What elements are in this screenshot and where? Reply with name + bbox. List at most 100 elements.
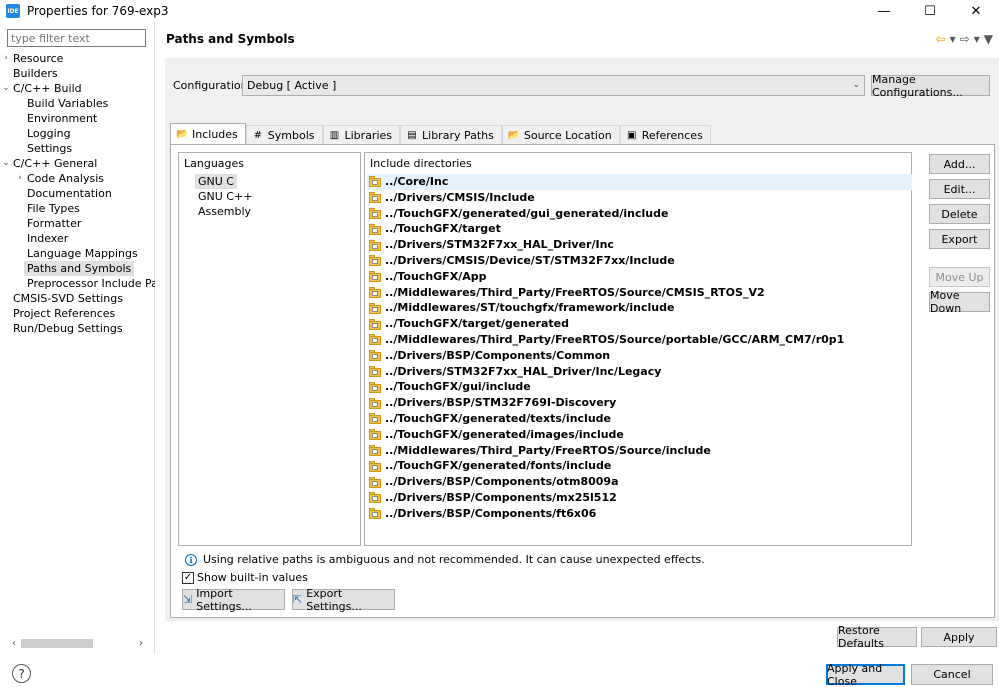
include-row[interactable]: ../Drivers/BSP/Components/mx25l512 <box>367 490 912 506</box>
include-row[interactable]: ../Middlewares/Third_Party/FreeRTOS/Sour… <box>367 443 912 459</box>
close-icon[interactable]: ✕ <box>953 0 999 22</box>
tab-references[interactable]: ▣ References <box>619 125 711 144</box>
restore-defaults-button[interactable]: Restore Defaults <box>837 624 917 650</box>
include-path: ../Core/Inc <box>385 175 449 188</box>
include-row[interactable]: ../Drivers/CMSIS/Include <box>367 190 912 206</box>
move-down-button[interactable]: Move Down <box>929 289 990 315</box>
include-folder-icon <box>369 429 382 441</box>
scroll-right-icon[interactable]: › <box>134 638 148 649</box>
apply-and-close-button[interactable]: Apply and Close <box>826 662 905 687</box>
scroll-track[interactable] <box>21 639 134 648</box>
chevron-right-icon[interactable]: › <box>15 171 25 186</box>
delete-button[interactable]: Delete <box>929 204 990 224</box>
maximize-icon[interactable]: ☐ <box>907 0 953 22</box>
tab-symbols[interactable]: # Symbols <box>245 125 323 144</box>
tree-item[interactable]: Paths and Symbols <box>0 261 155 276</box>
tree-item[interactable]: Documentation <box>0 186 155 201</box>
forward-dropdown-icon[interactable]: ▾ <box>974 32 980 46</box>
import-icon: ⇲ <box>183 593 193 606</box>
include-row[interactable]: ../Drivers/BSP/Components/otm8009a <box>367 474 912 490</box>
include-folder-icon <box>369 350 382 362</box>
show-builtin-checkbox[interactable]: ✓ <box>182 571 194 584</box>
dialog-footer: ? Apply and Close Cancel <box>0 654 999 687</box>
tree-item-label: Build Variables <box>27 97 109 110</box>
tree-item[interactable]: Logging <box>0 126 155 141</box>
tree-item[interactable]: Language Mappings <box>0 246 155 261</box>
help-icon[interactable]: ? <box>12 664 31 683</box>
tab-label: Source Location <box>523 128 612 142</box>
export-button[interactable]: Export <box>929 229 990 249</box>
back-arrow-icon[interactable]: ⇦ <box>936 32 946 46</box>
chevron-right-icon[interactable]: › <box>1 51 11 66</box>
tree-item[interactable]: ⌄ C/C++ General <box>0 156 155 171</box>
move-up-button[interactable]: Move Up <box>929 267 990 287</box>
configuration-select[interactable]: Debug [ Active ] ⌄ <box>242 75 865 96</box>
include-row[interactable]: ../TouchGFX/generated/texts/include <box>367 411 912 427</box>
apply-button[interactable]: Apply <box>921 627 997 647</box>
tree-item[interactable]: ⌄ C/C++ Build <box>0 81 155 96</box>
tab-includes[interactable]: 📂 Includes <box>170 123 246 144</box>
include-row[interactable]: ../TouchGFX/generated/gui_generated/incl… <box>367 206 912 222</box>
include-row[interactable]: ../Core/Inc <box>367 174 912 190</box>
tree-item[interactable]: Run/Debug Settings <box>0 321 155 336</box>
include-row[interactable]: ../TouchGFX/App <box>367 269 912 285</box>
view-menu-icon[interactable]: ▼ <box>984 32 993 46</box>
tab-library-paths[interactable]: ▤ Library Paths <box>400 125 502 144</box>
include-row[interactable]: ../Drivers/BSP/STM32F769I-Discovery <box>367 395 912 411</box>
include-row[interactable]: ../TouchGFX/target <box>367 221 912 237</box>
include-row[interactable]: ../TouchGFX/target/generated <box>367 316 912 332</box>
include-row[interactable]: ../Middlewares/Third_Party/FreeRTOS/Sour… <box>367 285 912 301</box>
minimize-icon[interactable]: — <box>861 0 907 22</box>
tree-item[interactable]: Project References <box>0 306 155 321</box>
tab-label: References <box>641 128 703 142</box>
tree-item[interactable]: CMSIS-SVD Settings <box>0 291 155 306</box>
include-row[interactable]: ../TouchGFX/gui/include <box>367 379 912 395</box>
chevron-down-icon[interactable]: ⌄ <box>1 156 11 171</box>
tree-item[interactable]: Preprocessor Include Pat <box>0 276 155 291</box>
import-settings-button[interactable]: ⇲ Import Settings... <box>182 587 285 613</box>
tree-item[interactable]: Environment <box>0 111 155 126</box>
manage-configurations-button[interactable]: Manage Configurations... <box>871 73 990 99</box>
languages-list[interactable]: Languages GNU C GNU C++ Assembly <box>178 152 361 546</box>
tree-item[interactable]: Settings <box>0 141 155 156</box>
include-row[interactable]: ../Middlewares/ST/touchgfx/framework/inc… <box>367 300 912 316</box>
include-row[interactable]: ../Drivers/CMSIS/Device/ST/STM32F7xx/Inc… <box>367 253 912 269</box>
include-directories-list[interactable]: Include directories ../Core/Inc ../Driver… <box>364 152 912 546</box>
tree-item[interactable]: › Code Analysis <box>0 171 155 186</box>
tree-item[interactable]: Indexer <box>0 231 155 246</box>
tab-libraries[interactable]: ▥ Libraries <box>322 125 401 144</box>
scroll-thumb[interactable] <box>21 639 93 648</box>
tree-item[interactable]: Formatter <box>0 216 155 231</box>
tab-icon: ▤ <box>407 129 417 141</box>
filter-input[interactable] <box>7 29 146 47</box>
language-item[interactable]: Assembly <box>195 204 254 219</box>
preferences-tree-panel: ›ResourceBuilders⌄C/C++ BuildBuild Varia… <box>0 22 155 654</box>
preferences-tree: › Resource Builders ⌄ C/C++ Build Build Varia… <box>0 51 155 336</box>
language-item[interactable]: GNU C++ <box>195 189 255 204</box>
add-button[interactable]: Add... <box>929 154 990 174</box>
tree-item[interactable]: Build Variables <box>0 96 155 111</box>
forward-arrow-icon[interactable]: ⇨ <box>960 32 970 46</box>
cancel-button[interactable]: Cancel <box>911 664 993 685</box>
include-row[interactable]: ../Middlewares/Third_Party/FreeRTOS/Sour… <box>367 332 912 348</box>
tree-horizontal-scrollbar[interactable]: ‹ › <box>7 636 148 651</box>
tree-item[interactable]: › Resource <box>0 51 155 66</box>
include-row[interactable]: ../Drivers/BSP/Components/Common <box>367 348 912 364</box>
include-row[interactable]: ../Drivers/BSP/Components/ft6x06 <box>367 506 912 522</box>
tree-item[interactable]: Builders <box>0 66 155 81</box>
chevron-down-icon[interactable]: ⌄ <box>1 81 11 96</box>
include-row[interactable]: ../Drivers/STM32F7xx_HAL_Driver/Inc/Lega… <box>367 364 912 380</box>
show-builtin-values[interactable]: ✓ Show built-in values <box>182 571 308 584</box>
tab-source-location[interactable]: 📂 Source Location <box>501 125 620 144</box>
include-path: ../Middlewares/Third_Party/FreeRTOS/Sour… <box>385 443 711 457</box>
edit-button[interactable]: Edit... <box>929 179 990 199</box>
tree-item[interactable]: File Types <box>0 201 155 216</box>
include-row[interactable]: ../TouchGFX/generated/fonts/include <box>367 458 912 474</box>
back-dropdown-icon[interactable]: ▾ <box>950 32 956 46</box>
export-settings-button[interactable]: ⇱ Export Settings... <box>292 587 395 613</box>
include-row[interactable]: ../TouchGFX/generated/images/include <box>367 427 912 443</box>
language-item[interactable]: GNU C <box>195 174 237 189</box>
include-row[interactable]: ../Drivers/STM32F7xx_HAL_Driver/Inc <box>367 237 912 253</box>
tab-label: Libraries <box>344 128 393 142</box>
scroll-left-icon[interactable]: ‹ <box>7 638 21 649</box>
